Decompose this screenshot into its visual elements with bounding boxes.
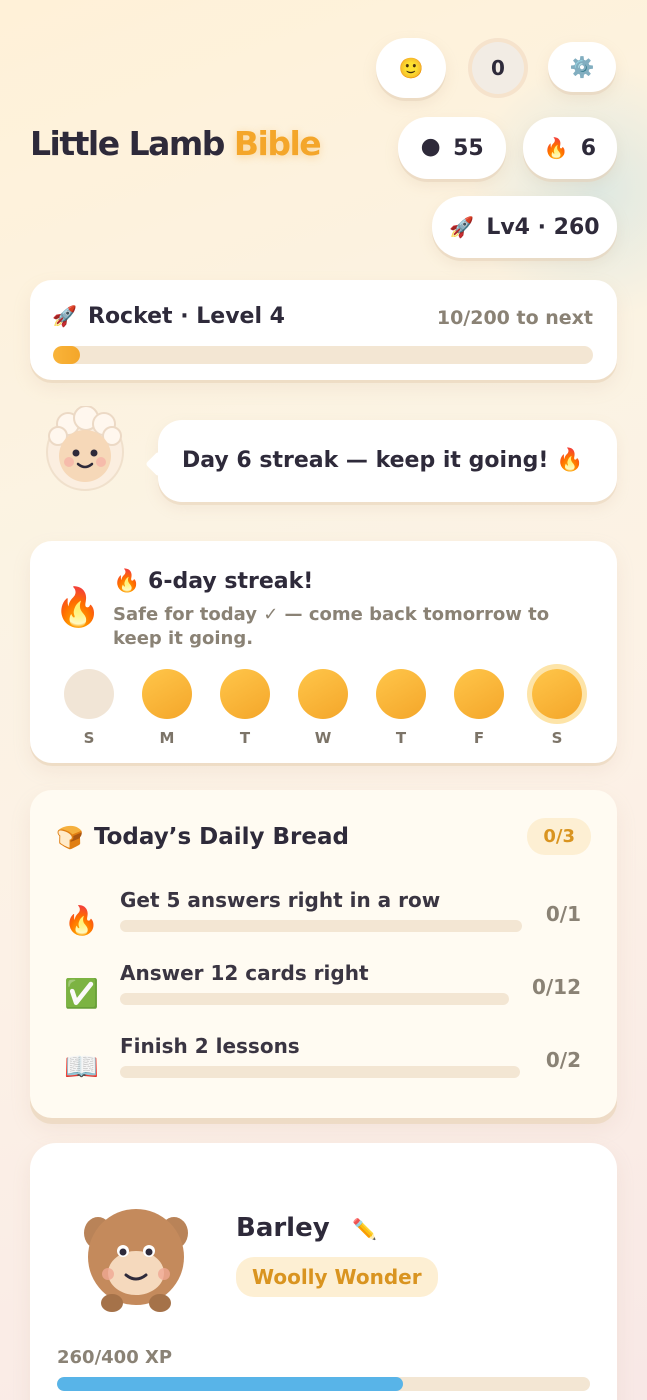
pet-title-badge: Woolly Wonder [236,1257,438,1297]
day-label: T [239,729,251,747]
pet-card: Barley ✏️ Woolly Wonder 260/400 XP [30,1143,617,1400]
app-title: Little Lamb Bible [30,124,322,163]
week-day: W [298,669,348,747]
day-label: W [314,729,332,747]
quest-label: Get 5 answers right in a row [120,888,441,912]
mood-button[interactable]: 🙂 [376,38,446,98]
level-badge-text: Lv4 · 260 [486,214,600,240]
quest-count: 0/1 [545,902,581,926]
pet-xp-fill [57,1377,404,1391]
quest-icon: 📖 [64,1050,99,1083]
day-label: S [551,729,563,747]
streak-subtitle: Safe for today ✓ — come back tomorrow to… [113,604,550,649]
streak-counter[interactable]: 🔥 6 [523,117,617,179]
day-dot-completed [298,669,348,719]
quest-row[interactable]: 🔥 Get 5 answers right in a row 0/1 [30,888,617,948]
notification-count: 0 [491,56,505,80]
daily-bread-card: 🍞 Today’s Daily Bread 0/3 🔥 Get 5 answers… [30,790,617,1118]
level-title: Rocket · Level 4 [88,304,285,329]
week-day: S [64,669,114,747]
app-title-accent: Bible [233,124,322,163]
fire-icon: 🔥 [54,585,102,629]
quest-label: Finish 2 lessons [120,1034,300,1058]
bread-icon: 🍞 [56,826,84,851]
gems-counter[interactable]: 🌑 55 [398,117,506,179]
daily-bread-count-badge: 0/3 [527,818,591,855]
streak-value: 6 [580,135,597,161]
pet-avatar[interactable] [80,1201,192,1313]
pet-xp-bar [57,1377,590,1391]
pet-xp-text: 260/400 XP [57,1347,173,1368]
week-day: F [454,669,504,747]
level-progress-card: 🚀 Rocket · Level 4 10/200 to next [30,280,617,380]
gems-value: 55 [453,135,484,161]
day-dot-completed [454,669,504,719]
streak-title: 🔥 6-day streak! [113,569,314,594]
app-title-main: Little Lamb [30,124,225,163]
day-label: T [395,729,407,747]
quest-progress-bar [120,993,509,1005]
smiley-face-icon: 🙂 [398,56,424,80]
notification-counter-button[interactable]: 0 [468,38,528,98]
speech-bubble: Day 6 streak — keep it going! 🔥 [145,420,617,502]
week-day: T [220,669,270,747]
level-badge[interactable]: 🚀 Lv4 · 260 [432,196,617,258]
pet-name: Barley [236,1213,330,1243]
quest-label: Answer 12 cards right [120,961,369,985]
moon-gem-icon: 🌑 [420,136,442,160]
edit-pencil-icon[interactable]: ✏️ [352,1217,377,1241]
daily-bread-title: Today’s Daily Bread [94,824,349,850]
fire-icon: 🔥 [543,136,569,160]
level-progress-fill [53,346,80,364]
settings-button[interactable]: ⚙️ [548,42,616,92]
mascot-message: Day 6 streak — keep it going! 🔥 [182,448,584,473]
quest-row[interactable]: ✅ Answer 12 cards right 0/12 [30,961,617,1021]
week-day: T [376,669,426,747]
quest-icon: ✅ [64,977,99,1010]
quest-count: 0/12 [531,975,581,999]
quest-count: 0/2 [545,1048,581,1072]
rocket-icon: 🚀 [52,304,77,328]
week-day: S [532,669,582,747]
quest-row[interactable]: 📖 Finish 2 lessons 0/2 [30,1034,617,1094]
quest-icon: 🔥 [64,904,99,937]
level-progress-bar [53,346,593,364]
streak-card: 🔥 🔥 6-day streak! Safe for today ✓ — com… [30,541,617,763]
rocket-icon: 🚀 [449,215,475,239]
gear-icon: ⚙️ [569,55,595,79]
day-dot-completed [376,669,426,719]
day-label: F [473,729,485,747]
day-dot-completed [532,669,582,719]
quest-progress-bar [120,920,522,932]
day-dot-completed [220,669,270,719]
level-progress-text: 10/200 to next [436,307,593,329]
day-dot-completed [142,669,192,719]
day-label: S [83,729,95,747]
quest-progress-bar [120,1066,520,1078]
day-label: M [159,729,175,747]
lamb-mascot-avatar[interactable] [42,405,128,492]
week-day: M [142,669,192,747]
day-dot-empty [64,669,114,719]
